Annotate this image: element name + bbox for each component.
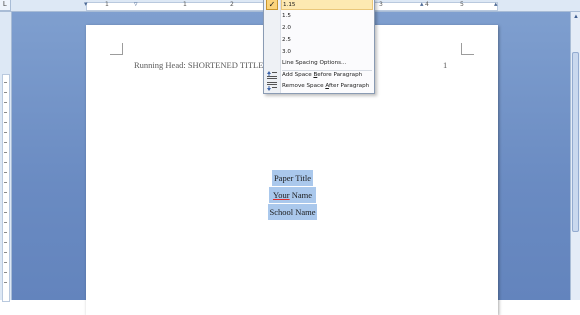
ruler-tick bbox=[4, 192, 7, 193]
ruler-tick bbox=[4, 142, 7, 143]
ruler-tick bbox=[4, 92, 7, 93]
ruler-number: 3 bbox=[379, 1, 383, 8]
ruler-tick bbox=[4, 232, 7, 233]
page-number[interactable]: 1 bbox=[443, 60, 447, 70]
add-space-before-paragraph-item[interactable]: Add Space Before Paragraph bbox=[281, 70, 374, 81]
ruler-tick bbox=[4, 132, 7, 133]
ruler-tick bbox=[4, 162, 7, 163]
ruler-number: 1 bbox=[105, 1, 109, 8]
right-indent-marker[interactable]: ▴ bbox=[420, 1, 426, 9]
scroll-up-arrow-icon[interactable]: ▲ bbox=[572, 13, 580, 21]
first-line-indent-marker[interactable]: ▿ bbox=[134, 1, 140, 9]
your-word: Your bbox=[272, 190, 290, 200]
crop-mark bbox=[110, 54, 123, 55]
right-margin-marker[interactable]: ▴ bbox=[494, 1, 500, 9]
ruler-tick bbox=[4, 212, 7, 213]
running-head[interactable]: Running Head: SHORTENED TITLE bbox=[134, 60, 263, 70]
ruler-tick bbox=[4, 152, 7, 153]
crop-mark bbox=[461, 54, 474, 55]
name-word: Name bbox=[289, 190, 313, 200]
line-spacing-3-0[interactable]: 3.0 bbox=[281, 47, 374, 58]
ruler-tick bbox=[4, 242, 7, 243]
line-spacing-2-5[interactable]: 2.5 bbox=[281, 35, 374, 46]
checkmark-icon: ✓ bbox=[266, 0, 278, 10]
ruler-tick bbox=[4, 282, 7, 283]
line-spacing-1-15[interactable]: 1.15 bbox=[281, 0, 373, 10]
ruler-tick bbox=[4, 112, 7, 113]
remove-space-after-paragraph-item[interactable]: Remove Space After Paragraph bbox=[281, 81, 374, 92]
ruler-tick bbox=[4, 82, 7, 83]
line-spacing-1-5[interactable]: 1.5 bbox=[281, 11, 374, 22]
ruler-tick bbox=[4, 262, 7, 263]
line-spacing-options-item[interactable]: Line Spacing Options... bbox=[281, 58, 374, 69]
ruler-tick bbox=[4, 102, 7, 103]
ruler-tick bbox=[4, 182, 7, 183]
paper-title-line[interactable]: Paper Title bbox=[272, 170, 313, 186]
ruler-track bbox=[2, 74, 10, 302]
line-spacing-menu[interactable]: ✓ 1.15 1.5 2.0 2.5 3.0 Line Spacing Opti… bbox=[263, 0, 375, 94]
left-indent-marker[interactable]: ▾ bbox=[84, 1, 90, 9]
ruler-tick bbox=[4, 172, 7, 173]
vertical-ruler[interactable] bbox=[0, 12, 12, 302]
line-spacing-2-0[interactable]: 2.0 bbox=[281, 23, 374, 34]
ruler-tick bbox=[4, 222, 7, 223]
ruler-tick bbox=[4, 202, 7, 203]
tab-selector-button[interactable]: L bbox=[0, 0, 11, 11]
ruler-number: 2 bbox=[230, 1, 234, 8]
add-space-before-icon bbox=[266, 71, 278, 81]
ruler-number: 5 bbox=[460, 1, 464, 8]
ruler-tick bbox=[4, 252, 7, 253]
scrollbar-thumb[interactable] bbox=[572, 52, 579, 232]
vertical-scrollbar[interactable]: ▲ bbox=[570, 12, 580, 300]
ruler-tick bbox=[4, 272, 7, 273]
school-name-line[interactable]: School Name bbox=[268, 204, 317, 220]
ruler-number: 1 bbox=[183, 1, 187, 8]
ruler-tick bbox=[4, 122, 7, 123]
your-name-line[interactable]: Your Name bbox=[269, 187, 316, 203]
remove-space-after-icon bbox=[266, 82, 278, 92]
